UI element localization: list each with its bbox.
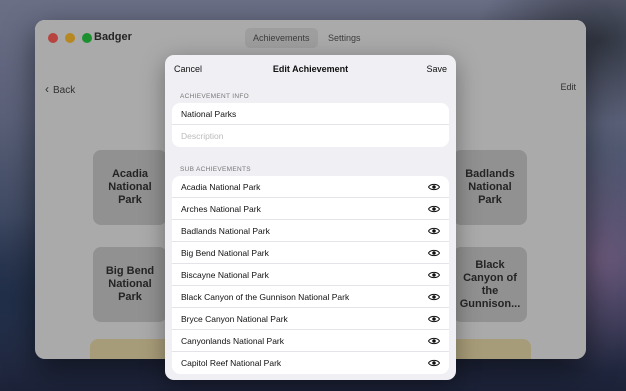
sub-achievement-label: Bryce Canyon National Park xyxy=(181,314,288,324)
eye-icon[interactable] xyxy=(428,358,440,368)
sub-achievement-label: Black Canyon of the Gunnison National Pa… xyxy=(181,292,350,302)
eye-icon[interactable] xyxy=(428,314,440,324)
eye-icon[interactable] xyxy=(428,292,440,302)
sub-achievement-label: Arches National Park xyxy=(181,204,261,214)
eye-icon[interactable] xyxy=(428,226,440,236)
eye-icon[interactable] xyxy=(428,248,440,258)
list-item[interactable]: Acadia National Park xyxy=(172,176,449,198)
save-button[interactable]: Save xyxy=(426,64,447,74)
name-value: National Parks xyxy=(181,109,237,119)
sub-achievement-label: Capitol Reef National Park xyxy=(181,358,282,368)
sub-section-label: SUB ACHIEVEMENTS xyxy=(180,166,251,173)
sub-achievements-list: Acadia National Park Arches National Par… xyxy=(172,176,449,374)
info-section-label: ACHIEVEMENT INFO xyxy=(180,93,249,100)
sheet-header: Cancel Edit Achievement Save xyxy=(165,55,456,83)
sub-achievement-label: Acadia National Park xyxy=(181,182,261,192)
name-field[interactable]: National Parks xyxy=(172,103,449,125)
list-item[interactable]: Biscayne National Park xyxy=(172,264,449,286)
sub-achievement-label: Badlands National Park xyxy=(181,226,270,236)
sheet-title: Edit Achievement xyxy=(272,64,349,74)
list-item[interactable]: Big Bend National Park xyxy=(172,242,449,264)
list-item[interactable]: Canyonlands National Park xyxy=(172,330,449,352)
info-group: National Parks Description xyxy=(172,103,449,147)
list-item[interactable]: Arches National Park xyxy=(172,198,449,220)
eye-icon[interactable] xyxy=(428,182,440,192)
list-item[interactable]: Black Canyon of the Gunnison National Pa… xyxy=(172,286,449,308)
sub-achievement-label: Canyonlands National Park xyxy=(181,336,285,346)
list-item[interactable]: Badlands National Park xyxy=(172,220,449,242)
edit-achievement-sheet: Cancel Edit Achievement Save ACHIEVEMENT… xyxy=(165,55,456,380)
eye-icon[interactable] xyxy=(428,336,440,346)
list-item[interactable]: Capitol Reef National Park xyxy=(172,352,449,374)
eye-icon[interactable] xyxy=(428,270,440,280)
list-item[interactable]: Bryce Canyon National Park xyxy=(172,308,449,330)
sub-achievement-label: Biscayne National Park xyxy=(181,270,269,280)
description-placeholder: Description xyxy=(181,131,224,141)
description-field[interactable]: Description xyxy=(172,125,449,147)
eye-icon[interactable] xyxy=(428,204,440,214)
sub-achievement-label: Big Bend National Park xyxy=(181,248,269,258)
